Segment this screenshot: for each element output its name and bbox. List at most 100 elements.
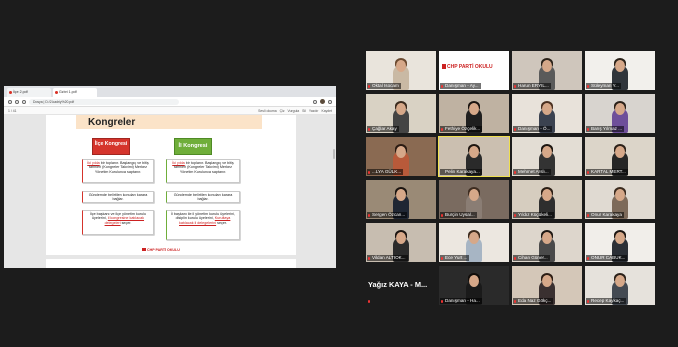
participant-name-label: KARTAL MERT... bbox=[586, 169, 628, 175]
participant-tile[interactable]: Vildan ALTIOK... bbox=[366, 223, 436, 262]
participant-name-label: Süleyman Y... bbox=[586, 83, 621, 89]
address-bar-row: Dosya | D:/2.kadriy%20.pdf bbox=[4, 97, 336, 107]
participant-name-label: Yıldız Küçükeli... bbox=[513, 212, 554, 218]
participant-face bbox=[615, 232, 625, 244]
pdf-favicon-icon bbox=[54, 91, 58, 94]
slide-page: Kongreler İlçe Kongresi İl Kongresi İki … bbox=[46, 115, 296, 255]
participant-name-label: Danışman - Ha... bbox=[440, 298, 482, 304]
participant-name-label: Eda Naz Gökç... bbox=[513, 298, 554, 304]
participant-tile[interactable]: Onur Karakaya bbox=[585, 180, 655, 219]
participant-tile[interactable]: Mehmet Arslı... bbox=[512, 137, 582, 176]
muted-mic-icon bbox=[587, 299, 590, 303]
participant-face bbox=[542, 103, 552, 115]
participant-name-label: Barış Yılmaz ... bbox=[586, 126, 625, 132]
back-icon[interactable] bbox=[8, 99, 12, 104]
participant-face bbox=[542, 146, 552, 158]
browser-tab-0[interactable]: İlçe 2.pdf bbox=[7, 88, 51, 97]
participant-face bbox=[396, 146, 406, 158]
participant-tile[interactable]: Çağlar Akay bbox=[366, 94, 436, 133]
url-field[interactable]: Dosya | D:/2.kadriy%20.pdf bbox=[29, 98, 179, 105]
muted-mic-icon bbox=[368, 170, 371, 174]
participant-name-label: Danışman - Ö... bbox=[513, 126, 553, 132]
participant-tile[interactable]: Danışman - Ö... bbox=[512, 94, 582, 133]
muted-mic-icon bbox=[587, 213, 590, 217]
participant-tile[interactable]: Cihan Güner... bbox=[512, 223, 582, 262]
participant-face bbox=[469, 146, 479, 158]
star-icon[interactable] bbox=[313, 99, 317, 104]
muted-mic-icon bbox=[368, 127, 371, 131]
participant-face bbox=[542, 232, 552, 244]
forward-icon[interactable] bbox=[15, 99, 19, 104]
participant-face bbox=[615, 60, 625, 72]
il-card-3: İl başkanı ile il yönetim kurulu üyeleri… bbox=[166, 210, 240, 240]
participant-name-label: Çağlar Akay bbox=[367, 126, 399, 132]
participant-tile[interactable]: Harun ERYIL... bbox=[512, 51, 582, 90]
participant-tile[interactable]: Pelin Karakaya... bbox=[438, 136, 510, 177]
browser-tab-bar: İlçe 2.pdf Gzbri 1.pdf bbox=[4, 86, 336, 97]
pdf-scrollbar[interactable] bbox=[333, 149, 335, 159]
muted-mic-icon bbox=[441, 299, 444, 303]
participant-tile[interactable]: Fethiye Özçelik... bbox=[439, 94, 509, 133]
reload-icon[interactable] bbox=[22, 99, 26, 104]
pdf-tool-highlight[interactable]: Vurgula bbox=[288, 109, 300, 113]
menu-icon[interactable] bbox=[328, 99, 332, 104]
muted-mic-icon bbox=[368, 256, 371, 260]
next-slide-page bbox=[46, 259, 296, 268]
pdf-tool-print[interactable]: Yazdır bbox=[309, 109, 319, 113]
muted-mic-icon bbox=[441, 256, 444, 260]
card-text: Gündemde belirtilen konuları karara bağl… bbox=[88, 193, 148, 202]
profile-avatar[interactable] bbox=[320, 99, 325, 104]
muted-mic-icon bbox=[441, 213, 444, 217]
muted-mic-icon bbox=[514, 213, 517, 217]
participant-tile[interactable]: Danışman - Ha... bbox=[439, 266, 509, 305]
participant-face bbox=[615, 189, 625, 201]
browser-tab-1[interactable]: Gzbri 1.pdf bbox=[53, 88, 97, 97]
muted-mic-icon bbox=[514, 299, 517, 303]
card-text: seçer. bbox=[216, 220, 227, 225]
logo-text: CHP PARTİ OKULU bbox=[147, 248, 180, 252]
chp-arrows-icon bbox=[142, 248, 146, 251]
participant-tile[interactable]: ONUR CABUK... bbox=[585, 223, 655, 262]
participant-tile[interactable]: Recep Kaykaç... bbox=[585, 266, 655, 305]
shared-screen-browser[interactable]: İlçe 2.pdf Gzbri 1.pdf Dosya | D:/2.kadr… bbox=[4, 86, 336, 268]
participant-name-label: Sergen Özcan... bbox=[367, 212, 408, 218]
pdf-tool-erase[interactable]: Sil bbox=[302, 109, 306, 113]
participant-face bbox=[469, 103, 479, 115]
participant-face bbox=[469, 275, 479, 287]
participant-tile[interactable]: Yıldız Küçükeli... bbox=[512, 180, 582, 219]
participant-name-label: Vildan ALTIOK... bbox=[367, 255, 408, 261]
card-text: seçer. bbox=[120, 220, 132, 225]
participant-tile[interactable]: Ece Yurt ... bbox=[439, 223, 509, 262]
muted-mic-icon bbox=[368, 299, 371, 303]
participant-name-label: Fethiye Özçelik... bbox=[440, 126, 483, 132]
participant-tile[interactable]: Sergen Özcan... bbox=[366, 180, 436, 219]
pdf-tool-draw[interactable]: Çiz bbox=[280, 109, 285, 113]
il-card-2: Gündemde belirtilen konuları karara bağl… bbox=[166, 191, 240, 203]
participant-tile[interactable]: Eda Naz Gökç... bbox=[512, 266, 582, 305]
pdf-tool-read-aloud[interactable]: Sesli okuma bbox=[258, 109, 276, 113]
participant-tile[interactable]: ...LYA GÜLK... bbox=[366, 137, 436, 176]
participant-tile[interactable]: Oktal Isocam bbox=[366, 51, 436, 90]
pdf-tool-save[interactable]: Kaydet bbox=[321, 109, 332, 113]
participant-tile[interactable]: Barış Yılmaz ... bbox=[585, 94, 655, 133]
chp-arrows-icon bbox=[442, 64, 446, 69]
ilce-kongresi-box: İlçe Kongresi bbox=[92, 138, 130, 155]
participant-face bbox=[469, 189, 479, 201]
participant-tile[interactable]: KARTAL MERT... bbox=[585, 137, 655, 176]
participant-name-label: Danışman - Ay... bbox=[440, 83, 481, 89]
participant-tile[interactable]: Süleyman Y... bbox=[585, 51, 655, 90]
participant-face bbox=[396, 60, 406, 72]
participant-tile[interactable]: CHP PARTİ OKULU Danışman - Ay... bbox=[439, 51, 509, 90]
participant-name-label: ...LYA GÜLK... bbox=[367, 169, 404, 175]
tab-label: Gzbri 1.pdf bbox=[59, 90, 77, 94]
pdf-viewport[interactable]: Kongreler İlçe Kongresi İl Kongresi İki … bbox=[4, 115, 336, 268]
page-indicator: 1 / 41 bbox=[8, 108, 17, 113]
participant-face bbox=[396, 232, 406, 244]
muted-mic-icon bbox=[587, 127, 590, 131]
participant-tile[interactable]: Burçin Uysal... bbox=[439, 180, 509, 219]
ilce-card-3: İlçe başkanı ve ilçe yönetim kurulu üyel… bbox=[82, 210, 154, 235]
participant-tile[interactable]: Yağız KAYA - M... bbox=[366, 266, 436, 305]
il-kongresi-box: İl Kongresi bbox=[174, 138, 212, 155]
muted-mic-icon bbox=[441, 127, 444, 131]
ilce-card-1: İki yılda bir toplanır. Başlangıç ve bit… bbox=[82, 159, 154, 183]
